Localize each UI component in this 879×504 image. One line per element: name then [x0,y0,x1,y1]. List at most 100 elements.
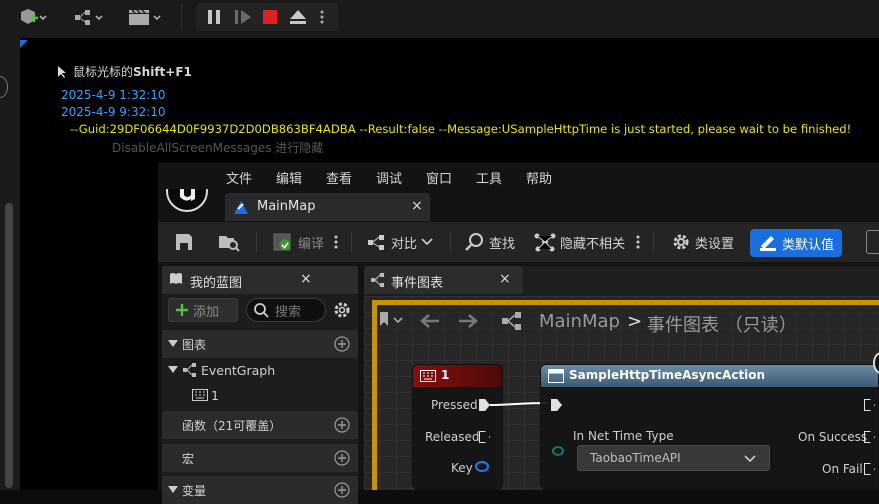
stop-button[interactable] [256,3,284,31]
compile-button[interactable]: 编译 [272,230,324,254]
graph-tab-label: 事件图表 [391,276,444,291]
class-defaults-icon [760,236,776,251]
section-functions-label: 函数（21可覆盖） [182,419,282,433]
cinematics-button[interactable] [124,3,168,31]
blueprint-button[interactable] [70,3,110,31]
overflow-button[interactable] [866,230,879,254]
panel-close-button[interactable]: × [300,271,312,287]
divider [256,232,257,252]
class-settings-button[interactable]: 类设置 [670,230,734,254]
search-placeholder: 搜索 [275,304,302,320]
divider [450,232,451,252]
breadcrumb-current: 事件图表 （只读） [647,315,797,336]
dropdown-value: TaobaoTimeAPI [590,451,681,465]
menu-bar: 文件 编辑 查看 调试 窗口 工具 帮助 [158,163,879,189]
blueprint-asset-icon [234,201,248,214]
add-circle-icon[interactable] [334,482,350,498]
key-event-node[interactable]: 1 Pressed Released Key [412,364,503,490]
debug-line-2: 2025-4-9 9:32:10 [61,105,166,119]
tab-event-graph[interactable]: 事件图表 × [364,266,523,294]
menu-debug[interactable]: 调试 [376,168,402,187]
hide-unrelated-button[interactable]: 隐藏不相关 [534,230,625,254]
breadcrumb-root[interactable]: MainMap [539,311,620,332]
add-circle-icon[interactable] [334,336,350,352]
net-time-type-dropdown[interactable]: TaobaoTimeAPI [577,445,770,471]
key-event-label: 1 [211,388,219,403]
search-icon [254,303,269,318]
hide-unrelated-label: 隐藏不相关 [560,236,626,252]
event-graph-icon [371,273,384,287]
add-label: 添加 [193,304,220,320]
main-toolbar [0,0,879,38]
compile-options-button[interactable] [334,230,338,254]
section-graphs[interactable]: 图表 [162,330,358,358]
save-button[interactable] [174,230,194,254]
tab-mainmap[interactable]: MainMap × [225,193,430,221]
diff-label: 对比 [391,236,418,252]
compile-icon [273,233,291,251]
add-actor-button[interactable] [12,3,52,31]
left-panel-strip [0,38,20,490]
find-button[interactable]: 查找 [464,230,515,254]
hint-key: Shift+F1 [133,64,192,79]
tree-item-eventgraph[interactable]: EventGraph [162,358,358,382]
kebab-icon [636,235,640,249]
chevron-down-icon [421,238,433,246]
book-icon [170,273,182,284]
browse-button[interactable] [218,230,240,254]
add-circle-icon[interactable] [334,417,350,433]
keyboard-icon [420,370,436,382]
folder-search-icon [219,236,240,252]
graph-tab-close-button[interactable]: × [499,271,511,287]
debug-line-3: --Guid:29DF06644D0F9937D2D0DB863BF4ADBA … [70,122,852,136]
step-icon [235,10,251,24]
divider [653,232,654,252]
breadcrumb-separator: > [627,311,643,332]
hint-label: 鼠标光标的 [73,65,134,79]
eject-icon [290,10,306,24]
blueprint-icon [75,10,103,25]
triangle-down-icon [168,366,178,373]
tree-item-key-event[interactable]: 1 [162,383,358,407]
async-action-node[interactable]: SampleHttpTimeAsyncAction In Net Time Ty… [540,364,879,490]
find-label: 查找 [489,236,516,252]
diff-button[interactable]: 对比 [366,230,434,254]
section-functions[interactable]: 函数（21可覆盖） [162,411,358,439]
eject-button[interactable] [284,3,312,31]
section-variables[interactable]: 变量 [162,476,358,504]
menu-file[interactable]: 文件 [226,168,252,187]
gear-icon [673,234,689,250]
eventgraph-label: EventGraph [201,363,276,378]
my-blueprint-header: 我的蓝图 × [162,266,358,294]
menu-view[interactable]: 查看 [326,168,352,187]
more-options-button[interactable] [636,230,640,254]
pause-button[interactable] [200,3,228,31]
triangle-down-icon [168,486,178,493]
chevron-down-icon [744,455,756,463]
section-macros[interactable]: 宏 [162,444,358,472]
key-struct-pin[interactable] [475,461,489,472]
enum-pin[interactable] [552,446,564,456]
add-button[interactable]: 添加 [168,298,238,322]
scrollbar[interactable] [5,203,13,488]
collapse-handle[interactable] [0,76,8,98]
forward-arrow-icon[interactable] [457,312,479,330]
cursor-icon [58,65,66,78]
menu-window[interactable]: 窗口 [426,168,452,187]
bookmark-icon[interactable] [379,311,407,331]
divider [351,232,352,252]
debug-line-1: 2025-4-9 1:32:10 [61,88,166,102]
search-input[interactable]: 搜索 [246,298,326,322]
class-defaults-button[interactable]: 类默认值 [750,229,842,257]
tab-close-button[interactable]: × [411,198,423,214]
add-circle-icon[interactable] [334,450,350,466]
back-arrow-icon[interactable] [419,312,441,330]
menu-edit[interactable]: 编辑 [276,168,302,187]
menu-help[interactable]: 帮助 [526,168,552,187]
keyboard-icon [192,389,208,401]
step-button[interactable] [229,3,257,31]
pin-pressed-label: Pressed [431,398,478,412]
more-options-button[interactable] [313,3,331,31]
settings-gear-icon[interactable] [333,301,351,319]
menu-tools[interactable]: 工具 [476,168,502,187]
